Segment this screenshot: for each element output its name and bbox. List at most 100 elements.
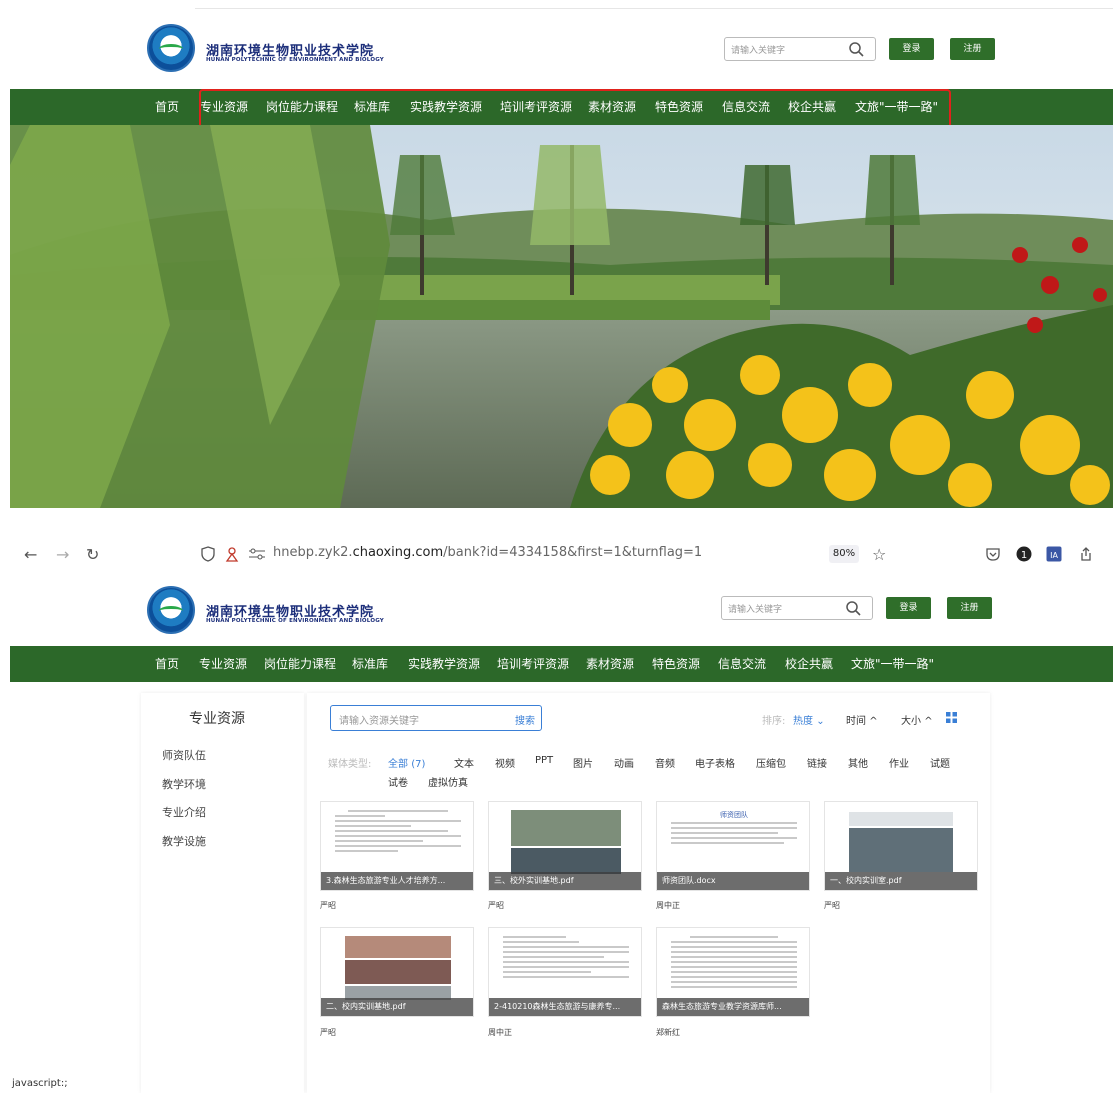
resource-card[interactable]: 3.森林生态旅游专业人才培养方... [320, 801, 474, 891]
resource-search-input[interactable]: 请输入资源关键字 搜索 [330, 705, 542, 731]
site-search-input[interactable]: 请输入关键字 [724, 37, 876, 61]
filter-simulation[interactable]: 虚拟仿真 [428, 774, 468, 789]
nav-major-resources[interactable]: 专业资源 [199, 646, 247, 682]
top-divider [195, 8, 1113, 9]
resource-card[interactable]: 师资团队 师资团队.docx [656, 801, 810, 891]
resource-card[interactable]: 一、校内实训室.pdf [824, 801, 978, 891]
nav-training-resources[interactable]: 培训考评资源 [497, 646, 569, 682]
filter-spreadsheet[interactable]: 电子表格 [695, 755, 735, 770]
resource-title: 二、校内实训基地.pdf [321, 998, 473, 1016]
sort-time[interactable]: 时间 ^ [846, 712, 878, 727]
nav-standards[interactable]: 标准库 [352, 646, 388, 682]
register-button[interactable]: 注册 [950, 38, 995, 60]
resource-card[interactable]: 2-410210森林生态旅游与康养专... [488, 927, 642, 1017]
resource-author: 周中正 [656, 901, 680, 910]
sidebar-item-facilities[interactable]: 教学设施 [162, 833, 206, 849]
nav-communication[interactable]: 信息交流 [718, 646, 766, 682]
shield-icon[interactable] [200, 546, 216, 562]
sort-size[interactable]: 大小 ^ [901, 712, 933, 727]
chevron-down-icon: ⌄ [816, 716, 825, 727]
filter-homework[interactable]: 作业 [889, 755, 909, 770]
resource-search-button[interactable]: 搜索 [515, 712, 535, 727]
filter-video[interactable]: 视频 [495, 755, 515, 770]
chevron-up-icon: ^ [924, 716, 933, 727]
nav-feature-resources[interactable]: 特色资源 [652, 646, 700, 682]
photo-preview [849, 812, 953, 826]
reload-icon[interactable]: ↻ [86, 545, 99, 564]
photo-preview [345, 936, 451, 958]
campus-landscape-image [10, 125, 1113, 508]
filter-image[interactable]: 图片 [573, 755, 593, 770]
media-type-label: 媒体类型: [328, 759, 372, 770]
nav-practice-resources[interactable]: 实践教学资源 [408, 646, 480, 682]
sort-hot[interactable]: 热度 ⌄ [793, 712, 825, 727]
filter-ppt[interactable]: PPT [535, 755, 553, 766]
filter-exam[interactable]: 试卷 [388, 774, 408, 789]
address-bar[interactable]: hnebp.zyk2.chaoxing.com/bank?id=4334158&… [273, 545, 702, 560]
resource-author: 严昭 [320, 901, 336, 910]
nav-school-enterprise[interactable]: 校企共赢 [785, 646, 833, 682]
resource-title: 师资团队.docx [657, 872, 809, 890]
pocket-icon[interactable] [985, 546, 1001, 562]
top-screenshot: 湖南环境生物职业技术学院 HUNAN POLYTECHNIC OF ENVIRO… [0, 0, 1113, 510]
url-prefix: hnebp.zyk2. [273, 545, 353, 560]
url-path: /bank?id=4334158&first=1&turnflag=1 [443, 545, 703, 560]
login-button[interactable]: 登录 [889, 38, 934, 60]
search-icon[interactable] [844, 599, 864, 617]
site-permissions-icon[interactable] [248, 548, 266, 560]
resource-card[interactable]: 森林生态旅游专业教学资源库师... [656, 927, 810, 1017]
nav-job-courses[interactable]: 岗位能力课程 [264, 646, 336, 682]
sidebar-item-major-intro[interactable]: 专业介绍 [162, 804, 206, 820]
resource-title: 3.森林生态旅游专业人才培养方... [321, 872, 473, 890]
photo-preview [511, 848, 621, 874]
college-logo-icon[interactable] [147, 24, 195, 72]
login-button[interactable]: 登录 [886, 597, 931, 619]
resource-author: 郑新红 [656, 1028, 680, 1037]
resource-card[interactable]: 三、校外实训基地.pdf [488, 801, 642, 891]
resource-panel [307, 693, 990, 1093]
grid-view-icon[interactable] [946, 712, 957, 723]
document-preview [503, 936, 629, 981]
share-icon[interactable] [1078, 546, 1094, 562]
sort-hot-label: 热度 [793, 716, 813, 727]
resource-title: 森林生态旅游专业教学资源库师... [657, 998, 809, 1016]
site-search-placeholder: 请输入关键字 [731, 46, 786, 56]
extension-1-icon[interactable]: 1 [1016, 546, 1032, 562]
filter-link[interactable]: 链接 [807, 755, 827, 770]
document-preview [335, 810, 461, 855]
search-icon[interactable] [847, 40, 867, 58]
register-button[interactable]: 注册 [947, 597, 992, 619]
college-logo-icon[interactable] [147, 586, 195, 634]
sort-time-label: 时间 [846, 716, 866, 727]
extension-ia-icon[interactable]: IA [1046, 546, 1062, 562]
zoom-level[interactable]: 80% [829, 545, 859, 563]
svg-text:IA: IA [1050, 551, 1058, 560]
filter-animation[interactable]: 动画 [614, 755, 634, 770]
photo-preview [345, 960, 451, 984]
filter-all-label: 全部 [388, 759, 408, 770]
nav-home[interactable]: 首页 [155, 646, 179, 682]
resource-author: 严昭 [824, 901, 840, 910]
filter-all[interactable]: 全部 (7) [388, 755, 425, 770]
filter-archive[interactable]: 压缩包 [756, 755, 786, 770]
nav-material-resources[interactable]: 素材资源 [586, 646, 634, 682]
document-heading: 师资团队 [720, 811, 748, 819]
site-search-input[interactable]: 请输入关键字 [721, 596, 873, 620]
forward-icon[interactable]: → [56, 545, 69, 564]
bookmark-star-icon[interactable]: ☆ [872, 545, 886, 564]
nav-home[interactable]: 首页 [155, 89, 179, 125]
sidebar-item-teachers[interactable]: 师资队伍 [162, 747, 206, 763]
filter-other[interactable]: 其他 [848, 755, 868, 770]
filter-all-count: (7) [411, 759, 426, 770]
filter-audio[interactable]: 音频 [655, 755, 675, 770]
sidebar-item-environment[interactable]: 教学环境 [162, 776, 206, 792]
resource-title: 一、校内实训室.pdf [825, 872, 977, 890]
resource-title: 三、校外实训基地.pdf [489, 872, 641, 890]
resource-card[interactable]: 二、校内实训基地.pdf [320, 927, 474, 1017]
filter-questions[interactable]: 试题 [930, 755, 950, 770]
filter-text[interactable]: 文本 [454, 755, 474, 770]
nav-belt-road[interactable]: 文旅"一带一路" [851, 646, 934, 682]
resource-title: 2-410210森林生态旅游与康养专... [489, 998, 641, 1016]
tracking-icon[interactable] [224, 546, 240, 562]
back-icon[interactable]: ← [24, 545, 37, 564]
